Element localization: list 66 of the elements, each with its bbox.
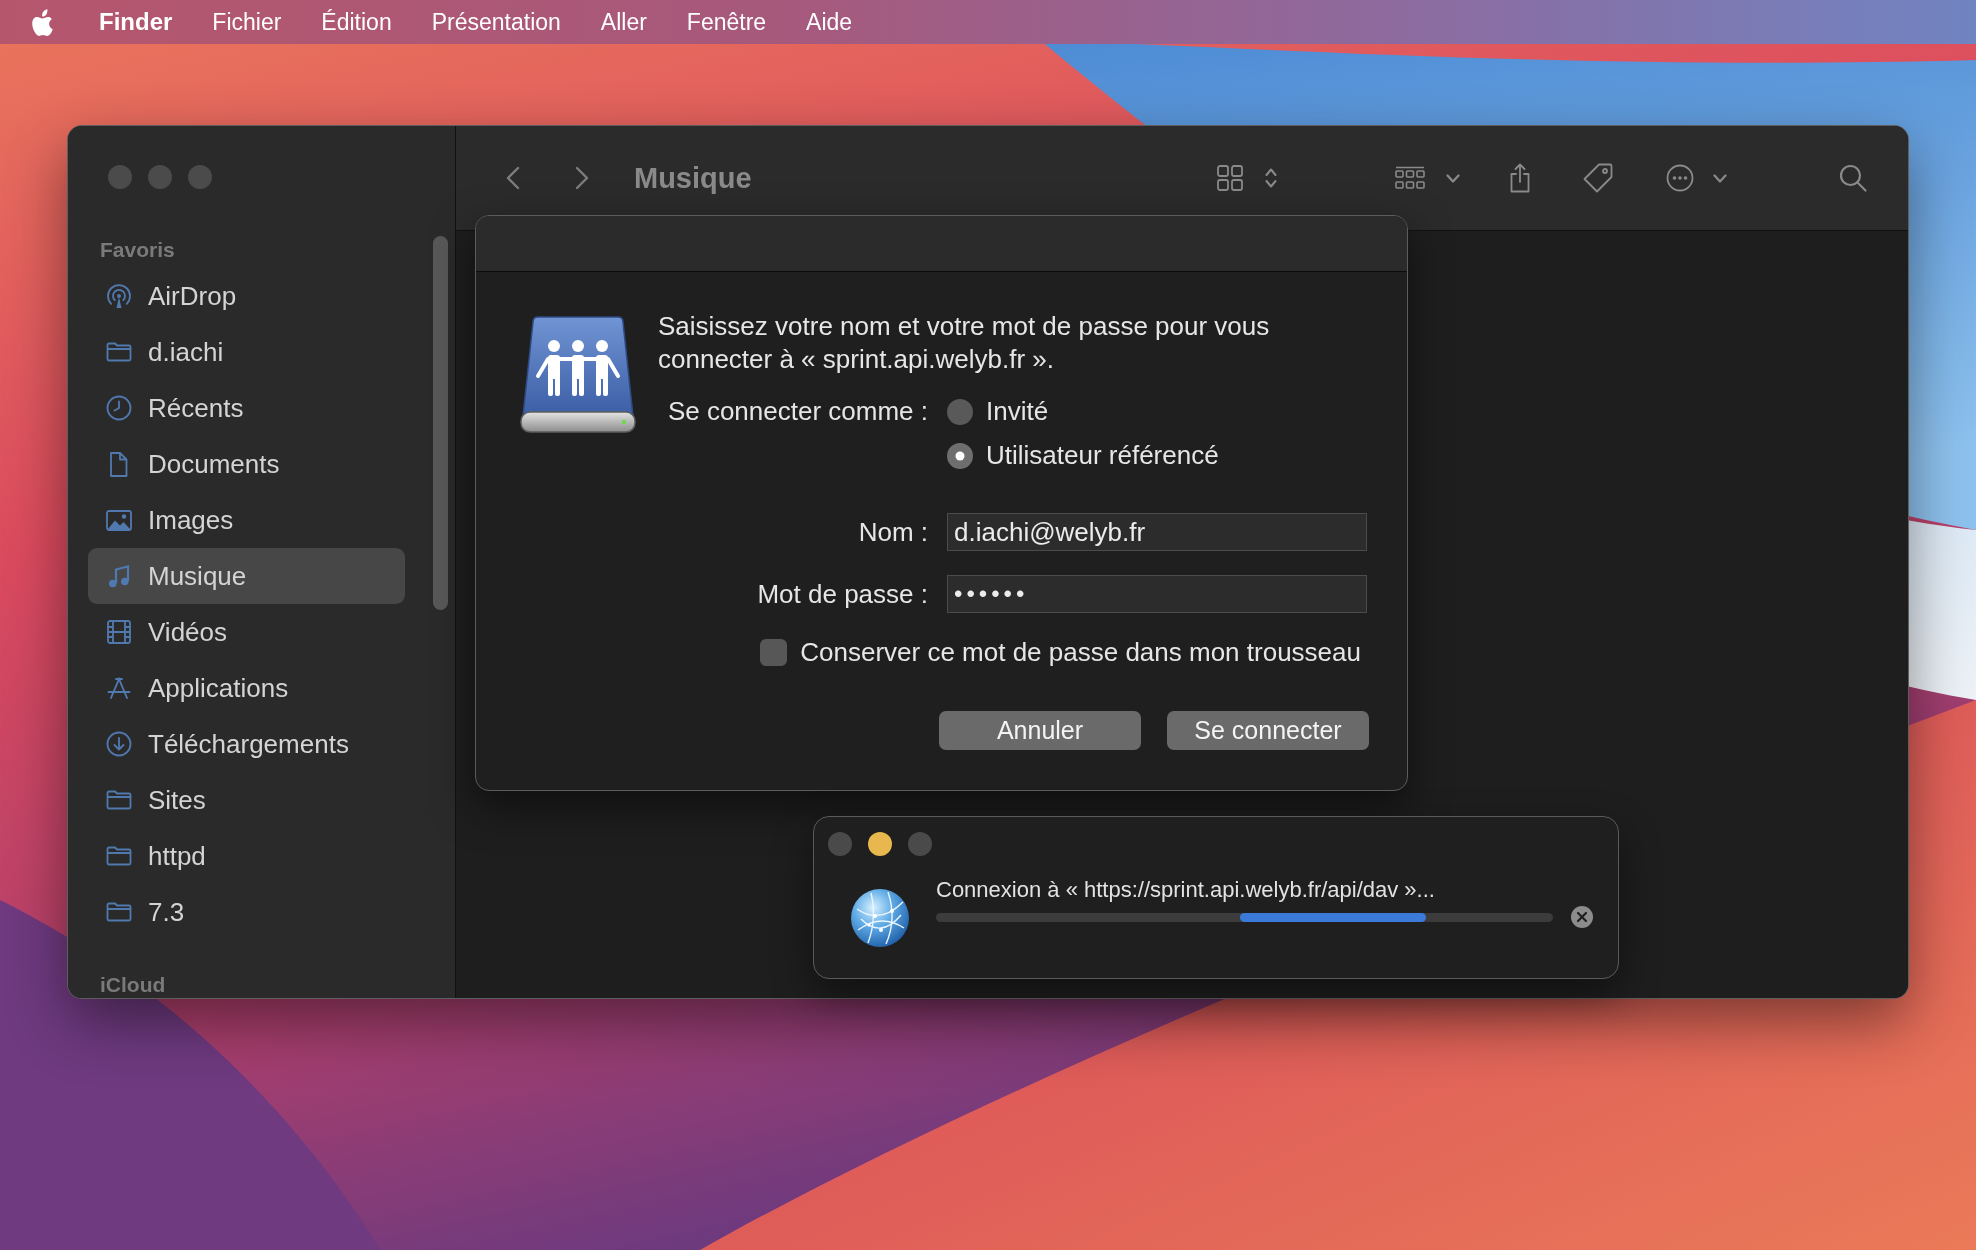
field-label: Mot de passe : xyxy=(757,578,928,610)
radio-button[interactable] xyxy=(947,398,973,425)
image-icon xyxy=(106,509,132,531)
applications-icon xyxy=(107,677,131,699)
sidebar-item[interactable]: Documents xyxy=(88,436,405,492)
folder-icon xyxy=(106,902,132,922)
dialog-message: Saisissez votre nom et votre mot de passe pour vous connecter à « sprint.api.welyb.fr ». xyxy=(658,310,1271,376)
clock-icon xyxy=(106,395,132,421)
forward-icon[interactable] xyxy=(575,166,589,190)
sidebar-item[interactable]: d.iachi xyxy=(88,324,405,380)
folder-icon xyxy=(106,846,132,866)
menu-item[interactable]: Aller xyxy=(600,8,647,36)
scrollbar[interactable] xyxy=(433,236,448,610)
radio-button[interactable] xyxy=(947,442,973,469)
music-note-icon xyxy=(108,564,130,588)
menu-item[interactable]: Fenêtre xyxy=(686,8,767,36)
menu-item[interactable]: Fichier xyxy=(212,8,282,36)
sidebar-item[interactable]: Images xyxy=(88,492,405,548)
airdrop-icon xyxy=(106,283,132,309)
sidebar-item[interactable]: Applications xyxy=(88,660,405,716)
sidebar-item[interactable]: Sites xyxy=(88,772,405,828)
checkbox[interactable] xyxy=(760,639,788,666)
grid-view-icon[interactable] xyxy=(1217,165,1243,191)
film-icon xyxy=(107,620,131,644)
chevron-down-icon[interactable] xyxy=(1713,173,1727,183)
connect-button[interactable]: Se connecter xyxy=(1167,711,1369,750)
shared-server-icon xyxy=(520,316,636,433)
sidebar-item[interactable]: Téléchargements xyxy=(88,716,405,772)
window-control-icon[interactable] xyxy=(868,832,892,856)
radio-label[interactable]: Invité xyxy=(986,396,1049,427)
sidebar-item[interactable]: 7.3 xyxy=(88,884,405,940)
apple-icon[interactable] xyxy=(32,8,53,36)
back-icon[interactable] xyxy=(506,166,520,190)
close-icon[interactable] xyxy=(1571,906,1593,928)
menu-item[interactable]: Présentation xyxy=(431,8,561,36)
sidebar-item[interactable]: Vidéos xyxy=(88,604,405,660)
sidebar-item[interactable]: AirDrop xyxy=(88,268,405,324)
folder-icon xyxy=(106,342,132,362)
group-view-icon[interactable] xyxy=(1395,166,1425,190)
tag-icon[interactable] xyxy=(1583,163,1613,193)
sidebar-item[interactable]: httpd xyxy=(88,828,405,884)
connect-as-label: Se connecter comme : xyxy=(667,396,928,427)
sidebar-item[interactable]: Récents xyxy=(88,380,405,436)
share-icon[interactable] xyxy=(1510,163,1530,193)
up-down-chevron-icon[interactable] xyxy=(1265,167,1277,189)
folder-icon xyxy=(106,790,132,810)
field-label: Nom : xyxy=(858,516,928,548)
radio-label[interactable]: Utilisateur référencé xyxy=(986,440,1219,471)
menu-item[interactable]: Édition xyxy=(321,8,392,36)
section-heading: Favoris xyxy=(100,238,175,262)
app-menu[interactable]: Finder xyxy=(99,8,173,36)
more-options-icon[interactable] xyxy=(1666,164,1694,192)
download-icon xyxy=(106,731,132,757)
menu-item[interactable]: Aide xyxy=(806,8,853,36)
progress-message: Connexion à « https://sprint.api.welyb.fr/api/dav »... xyxy=(936,877,1435,903)
window-title: Musique xyxy=(634,161,752,195)
globe-icon xyxy=(851,889,909,947)
name-field[interactable]: d.iachi@welyb.fr xyxy=(947,513,1367,551)
sidebar-item[interactable]: Musique xyxy=(88,548,405,604)
cancel-button[interactable]: Annuler xyxy=(939,711,1141,750)
search-icon[interactable] xyxy=(1839,164,1867,192)
password-field[interactable]: •••••• xyxy=(947,575,1367,613)
checkbox-label[interactable]: Conserver ce mot de passe dans mon trousseau xyxy=(800,637,1361,668)
document-icon xyxy=(110,451,128,477)
section-heading: iCloud xyxy=(100,973,166,997)
chevron-down-icon[interactable] xyxy=(1446,173,1460,183)
